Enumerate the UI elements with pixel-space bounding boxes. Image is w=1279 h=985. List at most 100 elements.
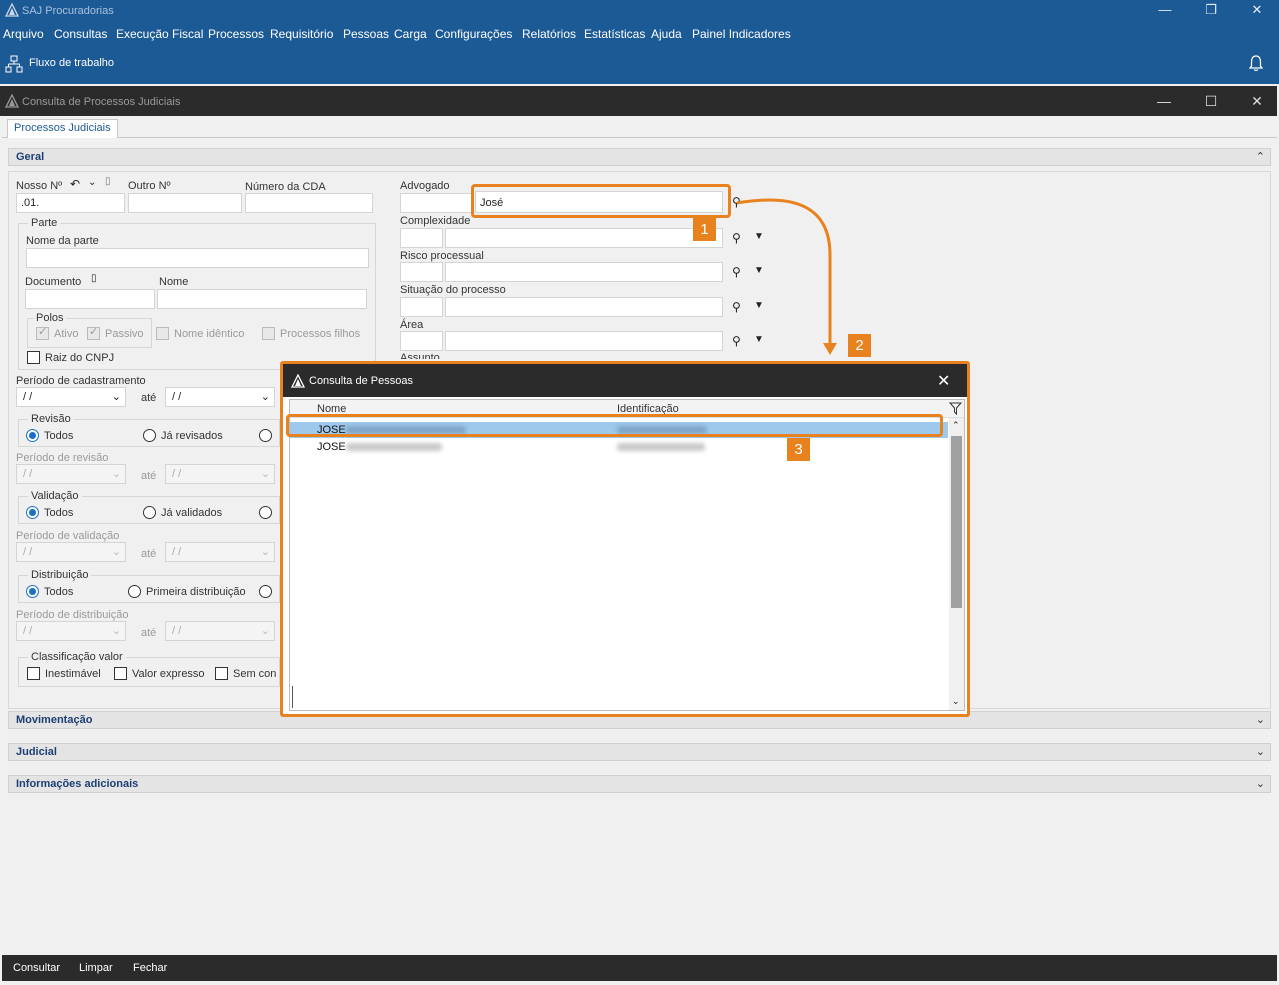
- ativo-checkbox[interactable]: [36, 325, 49, 340]
- section-informacoes-label: Informações adicionais: [16, 778, 139, 790]
- complexidade-code-input[interactable]: [400, 228, 443, 248]
- chevron-down-icon: ⌄: [111, 546, 121, 558]
- date-text: / /: [172, 625, 182, 637]
- situacao-code-input[interactable]: [400, 297, 443, 317]
- filter-icon[interactable]: [949, 402, 962, 416]
- inestimavel-checkbox[interactable]: [27, 667, 40, 680]
- menu-pessoas[interactable]: Pessoas: [343, 27, 389, 41]
- limpar-button[interactable]: Limpar: [79, 962, 113, 974]
- scroll-up-icon[interactable]: ⌃: [952, 420, 960, 431]
- distribuicao-todos-radio[interactable]: [26, 585, 39, 598]
- validacao-group-label: Validação: [28, 490, 82, 502]
- cadastramento-from-date[interactable]: / / ⌄: [16, 387, 126, 407]
- menu-ajuda[interactable]: Ajuda: [651, 27, 682, 41]
- validacao-to-date[interactable]: / / ⌄: [165, 542, 275, 562]
- window-minimize-icon[interactable]: —: [1156, 94, 1172, 108]
- cadastramento-to-date[interactable]: / / ⌄: [165, 387, 275, 407]
- passivo-checkbox[interactable]: [87, 325, 100, 340]
- close-icon[interactable]: ✕: [1249, 2, 1265, 18]
- revisao-todos-label: Todos: [44, 430, 74, 442]
- workflow-label[interactable]: Fluxo de trabalho: [29, 57, 114, 69]
- menu-requisitorio[interactable]: Requisitório: [270, 27, 333, 41]
- menu-processos[interactable]: Processos: [208, 27, 264, 41]
- validacao-todos-radio[interactable]: [26, 506, 39, 519]
- undo-icon[interactable]: ↶: [70, 177, 80, 191]
- menu-carga[interactable]: Carga: [394, 27, 427, 41]
- minimize-icon[interactable]: —: [1157, 2, 1173, 18]
- menu-painel-indicadores[interactable]: Painel Indicadores: [692, 27, 791, 41]
- ja-revisados-radio[interactable]: [143, 429, 156, 442]
- dialog-close-icon[interactable]: ✕: [937, 371, 950, 391]
- primeira-distribuicao-radio[interactable]: [128, 585, 141, 598]
- section-informacoes-header[interactable]: Informações adicionais ⌄: [8, 775, 1271, 793]
- vertical-scrollbar[interactable]: ⌃ ⌄: [949, 418, 964, 710]
- fechar-button[interactable]: Fechar: [133, 962, 167, 974]
- nosso-no-input[interactable]: .01.: [16, 193, 125, 213]
- clipboard-icon[interactable]: ▯: [105, 176, 111, 187]
- consultar-button[interactable]: Consultar: [13, 962, 60, 974]
- menu-arquivo[interactable]: Arquivo: [3, 27, 44, 41]
- section-judicial-header[interactable]: Judicial ⌄: [8, 743, 1271, 761]
- primeira-distribuicao-label: Primeira distribuição: [146, 586, 246, 598]
- bottom-action-bar: Consultar Limpar Fechar: [2, 955, 1277, 981]
- scroll-thumb[interactable]: [951, 436, 962, 608]
- distribuicao-to-date[interactable]: / / ⌄: [165, 621, 275, 641]
- distribuicao-from-date[interactable]: / / ⌄: [16, 621, 126, 641]
- window-close-icon[interactable]: ✕: [1249, 94, 1265, 108]
- nome-identico-checkbox[interactable]: [156, 327, 169, 340]
- ate-label: até: [141, 470, 157, 482]
- chevron-down-icon[interactable]: ⌄: [1256, 777, 1265, 790]
- ja-validados-label: Já validados: [161, 507, 223, 519]
- nome-parte-input[interactable]: [26, 248, 369, 268]
- validacao-from-date[interactable]: / / ⌄: [16, 542, 126, 562]
- menu-estatisticas[interactable]: Estatísticas: [584, 27, 645, 41]
- chevron-down-icon[interactable]: ⌄: [1256, 713, 1265, 726]
- table-row[interactable]: JOSE: [290, 439, 948, 455]
- revisao-from-date[interactable]: / / ⌄: [16, 464, 126, 484]
- ja-validados-radio[interactable]: [143, 506, 156, 519]
- workflow-icon[interactable]: [5, 55, 23, 73]
- chevron-up-icon[interactable]: ⌃: [1256, 150, 1265, 163]
- documento-input[interactable]: [25, 289, 155, 309]
- distribuicao-third-radio[interactable]: [259, 585, 272, 598]
- area-name-input[interactable]: [445, 331, 723, 351]
- raiz-cnpj-checkbox[interactable]: [27, 351, 40, 364]
- bell-icon[interactable]: [1249, 55, 1263, 72]
- document-info-icon[interactable]: ▯: [91, 273, 97, 284]
- window-title: Consulta de Processos Judiciais: [22, 96, 181, 108]
- tab-processos-judiciais[interactable]: Processos Judiciais: [7, 119, 118, 138]
- revisao-todos-radio[interactable]: [26, 429, 39, 442]
- section-movimentacao-label: Movimentação: [16, 714, 93, 726]
- chevron-down-icon[interactable]: ⌄: [1256, 745, 1265, 758]
- valor-expresso-checkbox[interactable]: [114, 667, 127, 680]
- menu-consultas[interactable]: Consultas: [54, 27, 107, 41]
- chevron-down-icon[interactable]: ⌄: [88, 177, 96, 188]
- complexidade-name-input[interactable]: [445, 228, 723, 248]
- callout-2-badge: 2: [848, 334, 871, 357]
- nome-input[interactable]: [157, 289, 367, 309]
- situacao-name-input[interactable]: [445, 297, 723, 317]
- validacao-todos-label: Todos: [44, 507, 74, 519]
- outro-no-input[interactable]: [128, 193, 242, 213]
- section-geral-header[interactable]: Geral ⌃: [8, 148, 1271, 166]
- risco-code-input[interactable]: [400, 262, 443, 282]
- revisao-third-radio[interactable]: [259, 429, 272, 442]
- revisao-to-date[interactable]: / / ⌄: [165, 464, 275, 484]
- nome-parte-label: Nome da parte: [26, 235, 99, 247]
- validacao-third-radio[interactable]: [259, 506, 272, 519]
- sem-conteudo-checkbox[interactable]: [215, 667, 228, 680]
- menu-execucao-fiscal[interactable]: Execução Fiscal: [116, 27, 203, 41]
- numero-cda-input[interactable]: [245, 193, 373, 213]
- callout-1-box: [471, 184, 731, 218]
- restore-icon[interactable]: ❐: [1203, 2, 1219, 18]
- menu-configuracoes[interactable]: Configurações: [435, 27, 512, 41]
- scroll-down-icon[interactable]: ⌄: [952, 696, 960, 707]
- area-code-input[interactable]: [400, 331, 443, 351]
- menu-relatorios[interactable]: Relatórios: [522, 27, 576, 41]
- risco-name-input[interactable]: [445, 262, 723, 282]
- section-geral-label: Geral: [16, 151, 45, 163]
- processos-filhos-checkbox[interactable]: [262, 327, 275, 340]
- advogado-code-input[interactable]: [400, 193, 474, 213]
- window-maximize-icon[interactable]: ☐: [1203, 94, 1219, 108]
- row-nome: JOSE: [317, 441, 346, 453]
